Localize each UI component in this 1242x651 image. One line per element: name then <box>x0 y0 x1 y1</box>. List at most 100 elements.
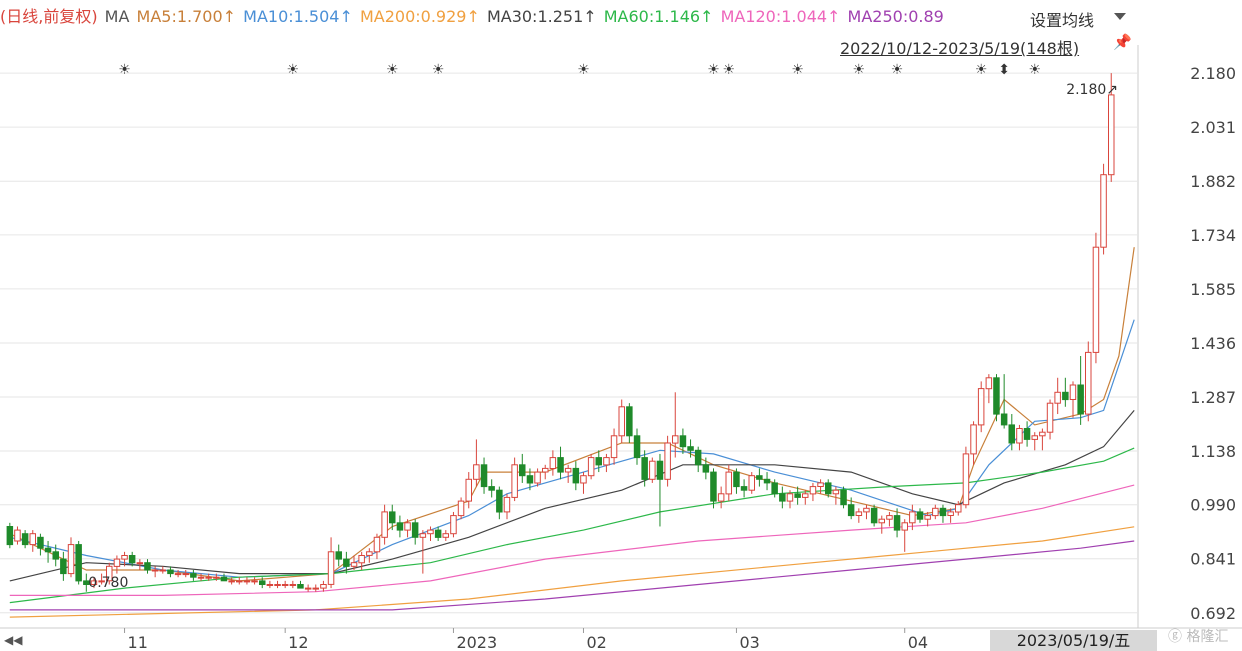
candle-body <box>962 453 970 506</box>
candle-body <box>947 511 954 516</box>
candle-body <box>886 515 893 520</box>
candle-body <box>748 475 755 491</box>
candle-body <box>488 486 495 491</box>
candle-body <box>151 569 159 572</box>
candle-body <box>213 576 220 579</box>
candle-body <box>503 496 511 513</box>
candle-body <box>717 493 725 502</box>
x-tick-label: 03 <box>739 633 759 651</box>
candle-body <box>21 533 29 546</box>
candle-body <box>542 467 549 473</box>
candle-body <box>205 576 212 579</box>
candle-body <box>128 555 136 564</box>
y-tick-label: 1.734 <box>1190 226 1236 245</box>
candle-body <box>710 471 717 502</box>
candle-body <box>733 471 740 488</box>
candle-body <box>297 584 304 589</box>
candle-body <box>549 457 557 470</box>
candle-body <box>167 569 174 575</box>
candle-body <box>465 478 472 502</box>
candle-body <box>687 446 694 451</box>
candle-body <box>289 584 297 586</box>
candle-body <box>136 562 144 565</box>
candle-body <box>580 475 587 484</box>
candle-body <box>75 544 82 582</box>
candle-body <box>1031 435 1038 440</box>
candle-body <box>343 558 350 567</box>
candle-body <box>1000 413 1008 426</box>
candle-body <box>1100 174 1107 248</box>
candle-body <box>564 467 572 473</box>
candle-body <box>228 580 235 583</box>
candle-body <box>220 576 228 582</box>
y-tick-label: 1.882 <box>1190 172 1236 191</box>
candle-body <box>14 529 21 542</box>
ma-line-ma5 <box>9 247 1135 582</box>
event-marker-icon: ☀ <box>891 62 904 78</box>
candle-body <box>832 489 840 495</box>
candle-body <box>236 580 243 583</box>
candle-body <box>1069 384 1077 400</box>
candle-body <box>121 555 128 560</box>
scroll-left-icon[interactable]: ◀◀ <box>4 633 22 647</box>
candle-body <box>174 573 182 576</box>
event-marker-icon: ☀ <box>975 62 988 78</box>
candle-body <box>916 511 924 520</box>
candle-body <box>480 464 488 488</box>
candle-body <box>243 580 251 583</box>
y-tick-label: 0.990 <box>1190 496 1236 515</box>
candle-body <box>840 489 847 506</box>
candle-body <box>985 377 993 390</box>
candle-body <box>304 587 312 590</box>
candle-body <box>1046 402 1054 433</box>
candle-body <box>1008 424 1015 444</box>
candle-body <box>572 467 580 484</box>
candle-body <box>977 388 985 426</box>
candle-body <box>909 511 916 524</box>
candle-body <box>396 522 404 531</box>
candle-body <box>993 377 1000 415</box>
candle-body <box>450 515 457 535</box>
candle-body <box>281 584 289 586</box>
candle-body <box>373 536 381 553</box>
candle-body <box>825 482 832 495</box>
candle-body <box>37 536 44 549</box>
x-tick-label: 02 <box>586 633 606 651</box>
y-tick-label: 0.692 <box>1190 604 1236 623</box>
candle-body <box>266 584 274 586</box>
watermark-icon: ⓖ <box>1168 629 1182 645</box>
candle-body <box>756 475 763 480</box>
candle-body <box>932 507 939 517</box>
candle-body <box>113 558 121 567</box>
x-tick-label: 2023 <box>456 633 497 651</box>
candle-body <box>534 471 541 484</box>
event-marker-icon: ☀ <box>386 62 399 78</box>
candle-body <box>67 544 75 575</box>
candle-body <box>511 464 518 498</box>
candle-body <box>694 449 702 466</box>
candle-body <box>1092 246 1100 353</box>
candle-body <box>955 504 962 513</box>
candle-body <box>1108 94 1115 176</box>
y-tick-label: 1.138 <box>1190 442 1236 461</box>
candle-body <box>6 526 14 546</box>
x-tick-label: 11 <box>128 633 148 651</box>
candlestick-chart[interactable]: 2.180 2.031 1.882 1.734 1.585 1.436 1.287 1.138… <box>0 0 1242 651</box>
candle-body <box>144 562 151 571</box>
event-marker-icon: ⬍ <box>998 62 1010 78</box>
candle-body <box>519 464 526 477</box>
candle-body <box>350 562 358 567</box>
y-tick-label: 1.287 <box>1190 388 1236 407</box>
candle-body <box>656 460 664 480</box>
candle-body <box>434 529 442 538</box>
candle-body <box>419 533 427 538</box>
candle-body <box>672 435 679 444</box>
candle-body <box>855 511 863 516</box>
candle-body <box>939 507 947 517</box>
candle-body <box>557 457 564 473</box>
y-tick-label: 1.585 <box>1190 280 1236 299</box>
candle-body <box>29 533 36 546</box>
candle-body <box>327 551 335 585</box>
candle-body <box>595 457 602 466</box>
candle-body <box>411 522 419 538</box>
